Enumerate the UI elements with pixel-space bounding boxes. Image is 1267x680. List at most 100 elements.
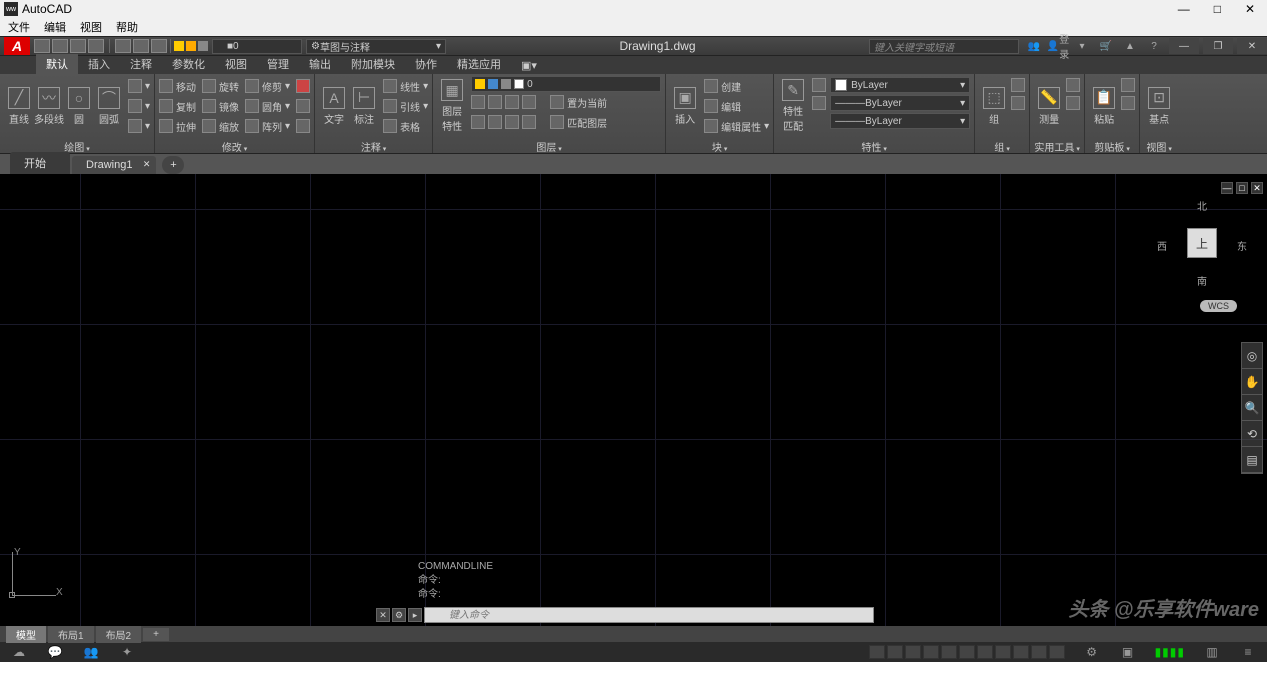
panel-title-modify[interactable]: 修改 <box>159 139 310 153</box>
prop-extra2-icon[interactable] <box>812 96 826 110</box>
scale-icon[interactable] <box>202 119 216 133</box>
array-icon[interactable] <box>245 119 259 133</box>
open-icon[interactable] <box>52 39 68 53</box>
plot-icon[interactable] <box>115 39 131 53</box>
cart-icon[interactable]: 🛒 <box>1097 39 1115 53</box>
doc-minimize-button[interactable]: — <box>1169 38 1199 54</box>
rect-icon[interactable] <box>128 79 142 93</box>
rotate-icon[interactable] <box>202 79 216 93</box>
filetab-drawing1[interactable]: Drawing1✕ <box>72 156 156 174</box>
lwt-toggle[interactable] <box>995 645 1011 659</box>
vp-close-button[interactable]: ✕ <box>1251 182 1263 194</box>
ortho-toggle[interactable] <box>923 645 939 659</box>
otrack-toggle[interactable] <box>977 645 993 659</box>
panel-title-utilities[interactable]: 实用工具 <box>1034 139 1080 153</box>
leader-icon[interactable] <box>383 99 397 113</box>
erase-icon[interactable] <box>296 79 310 93</box>
qat-layer-dropdown[interactable]: ■ 0 <box>212 39 302 54</box>
hardware-accel-icon[interactable]: ▮▮▮▮ <box>1155 645 1185 659</box>
l3-icon[interactable] <box>505 115 519 129</box>
nav-showmotion-icon[interactable]: ▤ <box>1242 447 1262 473</box>
ribbon-tab-home[interactable]: 默认 <box>36 54 78 74</box>
ribbon-tab-parametric[interactable]: 参数化 <box>162 54 215 74</box>
explode-icon[interactable] <box>296 99 310 113</box>
layerfrz-icon[interactable] <box>505 95 519 109</box>
cut-icon[interactable] <box>1121 78 1135 92</box>
workspace-selector[interactable]: ⚙ 草图与注释 ▾ <box>306 39 446 54</box>
ungroup-icon[interactable] <box>1011 78 1025 92</box>
signin-button[interactable]: 👤 登录 <box>1049 39 1067 53</box>
move-icon[interactable] <box>159 79 173 93</box>
copy-clip-icon[interactable] <box>1121 96 1135 110</box>
text-button[interactable]: A文字 <box>319 76 349 136</box>
menu-help[interactable]: 帮助 <box>116 19 138 35</box>
infocenter-icon[interactable]: 👥 <box>1025 39 1043 53</box>
polyline-button[interactable]: 〰多段线 <box>34 76 64 136</box>
filetab-start[interactable]: 开始 <box>10 152 70 174</box>
lineweight-dropdown[interactable]: ——— ByLayer▾ <box>830 95 970 111</box>
filetab-new-button[interactable]: + <box>162 156 184 174</box>
ribbon-tab-more-icon[interactable]: ▣▾ <box>511 57 547 74</box>
doc-close-button[interactable]: ✕ <box>1237 38 1267 54</box>
hatch-icon[interactable] <box>128 119 142 133</box>
customize-status-icon[interactable]: ≡ <box>1239 645 1257 659</box>
util1-icon[interactable] <box>1066 78 1080 92</box>
layout-tab-1[interactable]: 布局1 <box>48 626 94 643</box>
menu-edit[interactable]: 编辑 <box>44 19 66 35</box>
panel-title-group[interactable]: 组 <box>979 139 1025 153</box>
layout-tab-model[interactable]: 模型 <box>6 626 46 643</box>
mirror-icon[interactable] <box>202 99 216 113</box>
window-maximize-button[interactable]: □ <box>1214 2 1221 16</box>
insert-block-button[interactable]: ▣插入 <box>670 76 700 136</box>
viewcube-top-face[interactable]: 上 <box>1187 228 1217 258</box>
arc-button[interactable]: ⌒圆弧 <box>94 76 124 136</box>
help-icon[interactable]: ? <box>1145 39 1163 53</box>
ribbon-tab-featured[interactable]: 精选应用 <box>447 54 511 74</box>
prop-extra-icon[interactable] <box>812 78 826 92</box>
drawing-canvas[interactable]: — □ ✕ 北 西 东 南 上 WCS ◎ ✋ 🔍 ⟲ ▤ Y X COMMAN… <box>0 174 1267 626</box>
create-block-icon[interactable] <box>704 79 718 93</box>
layout-tab-add[interactable]: + <box>143 628 169 641</box>
panel-title-layer[interactable]: 图层 <box>437 139 661 153</box>
util2-icon[interactable] <box>1066 96 1080 110</box>
save-icon[interactable] <box>70 39 86 53</box>
panel-title-draw[interactable]: 绘图 <box>4 139 150 153</box>
anno-toggle[interactable] <box>1049 645 1065 659</box>
ribbon-tab-output[interactable]: 输出 <box>299 54 341 74</box>
viewcube[interactable]: 北 西 东 南 上 <box>1157 198 1247 288</box>
edit-block-icon[interactable] <box>704 99 718 113</box>
cmdline-config-icon[interactable]: ⚙ <box>392 608 406 622</box>
bulb-icon[interactable] <box>186 41 196 51</box>
measure-button[interactable]: 📏测量 <box>1034 76 1064 136</box>
paste-button[interactable]: 📋粘贴 <box>1089 76 1119 136</box>
basepoint-button[interactable]: ⊡基点 <box>1144 76 1174 136</box>
saveas-icon[interactable] <box>88 39 104 53</box>
window-minimize-button[interactable]: — <box>1178 2 1190 16</box>
linetype-dropdown[interactable]: ——— ByLayer▾ <box>830 113 970 129</box>
panel-title-properties[interactable]: 特性 <box>778 139 970 153</box>
l4-icon[interactable] <box>522 115 536 129</box>
layout-tab-2[interactable]: 布局2 <box>96 626 142 643</box>
nav-wheel-icon[interactable]: ◎ <box>1242 343 1262 369</box>
search-input[interactable]: 键入关键字或短语 <box>869 39 1019 54</box>
command-input[interactable] <box>424 607 874 623</box>
offset-icon[interactable] <box>296 119 310 133</box>
color-dropdown[interactable]: ByLayer▾ <box>830 77 970 93</box>
linear-icon[interactable] <box>383 79 397 93</box>
model-toggle[interactable] <box>869 645 885 659</box>
edit-attr-icon[interactable] <box>704 119 718 133</box>
viewcube-west[interactable]: 西 <box>1157 238 1167 253</box>
nav-orbit-icon[interactable]: ⟲ <box>1242 421 1262 447</box>
l2-icon[interactable] <box>488 115 502 129</box>
undo-icon[interactable] <box>133 39 149 53</box>
window-close-button[interactable]: ✕ <box>1245 2 1255 16</box>
ribbon-tab-view[interactable]: 视图 <box>215 54 257 74</box>
osnap-toggle[interactable] <box>959 645 975 659</box>
grid-toggle[interactable] <box>887 645 903 659</box>
menu-file[interactable]: 文件 <box>8 19 30 35</box>
table-icon[interactable] <box>383 119 397 133</box>
panel-title-clipboard[interactable]: 剪贴板 <box>1089 139 1135 153</box>
share-icon[interactable]: ✦ <box>118 645 136 659</box>
doc-restore-button[interactable]: ❐ <box>1203 38 1233 54</box>
cmdline-recent-icon[interactable]: ▸ <box>408 608 422 622</box>
